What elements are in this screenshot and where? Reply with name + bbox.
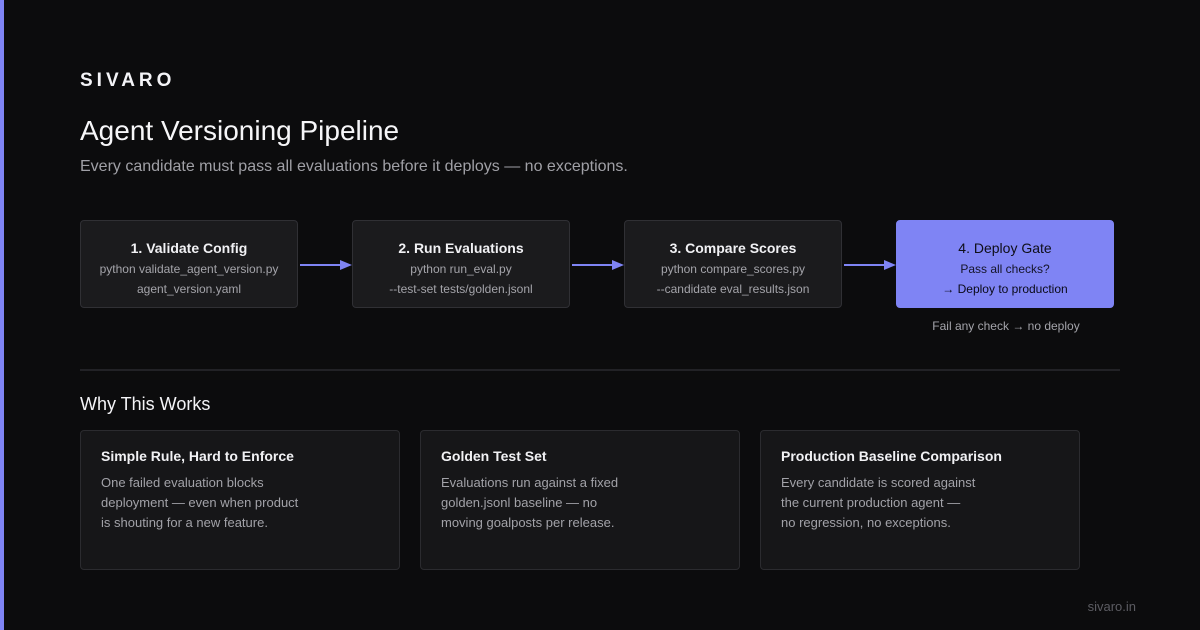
accent-bar [0, 0, 4, 630]
step-validate-config: 1. Validate Config python validate_agent… [80, 220, 298, 308]
step-argument: --test-set tests/golden.jsonl [389, 282, 533, 296]
reason-card-production-baseline: Production Baseline Comparison Every can… [760, 430, 1080, 570]
step-argument: --candidate eval_results.json [656, 282, 810, 296]
step-command: python validate_agent_version.py [99, 262, 279, 276]
card-text-line: no regression, no exceptions. [781, 515, 951, 530]
page-title: Agent Versioning Pipeline [80, 115, 400, 146]
arrow-connector-1 [300, 260, 352, 270]
page-subtitle: Every candidate must pass all evaluation… [80, 158, 628, 175]
step-command: python compare_scores.py [660, 262, 806, 276]
step-title: 1. Validate Config [130, 240, 248, 256]
card-text-line: moving goalposts per release. [441, 515, 615, 530]
step-compare-scores: 3. Compare Scores python compare_scores.… [624, 220, 842, 308]
gate-question: Pass all checks? [960, 262, 1050, 276]
card-title: Golden Test Set [441, 448, 547, 464]
card-text-line: the current production agent — [781, 495, 961, 510]
step-command: python run_eval.py [410, 262, 512, 276]
section-divider [80, 369, 1120, 371]
step-deploy-gate: 4. Deploy Gate Pass all checks? → Deploy… [896, 220, 1114, 308]
card-title: Simple Rule, Hard to Enforce [101, 448, 294, 464]
card-text-line: golden.jsonl baseline — no [441, 495, 598, 510]
reason-card-golden-test-set: Golden Test Set Evaluations run against … [420, 430, 740, 570]
step-run-evaluations: 2. Run Evaluations python run_eval.py --… [352, 220, 570, 308]
step-title: 3. Compare Scores [669, 240, 797, 256]
why-section-title: Why This Works [80, 394, 211, 414]
gate-fail-note: Fail any check → no deploy [932, 319, 1080, 333]
reason-card-simple-rule: Simple Rule, Hard to Enforce One failed … [80, 430, 400, 570]
footer-url: sivaro.in [1087, 599, 1136, 614]
card-text-line: Every candidate is scored against [781, 475, 976, 490]
card-text-line: Evaluations run against a fixed [441, 475, 619, 490]
step-title: 2. Run Evaluations [398, 240, 524, 256]
card-text-line: One failed evaluation blocks [101, 475, 264, 490]
brand-logo: SIVARO [80, 70, 176, 91]
arrow-connector-3 [844, 260, 896, 270]
card-text-line: is shouting for a new feature. [101, 515, 268, 530]
gate-outcome: → Deploy to production [942, 282, 1068, 296]
card-title: Production Baseline Comparison [781, 448, 1002, 464]
step-argument: agent_version.yaml [136, 282, 242, 296]
arrow-connector-2 [572, 260, 624, 270]
card-text-line: deployment — even when product [101, 495, 299, 510]
step-title: 4. Deploy Gate [958, 240, 1052, 256]
